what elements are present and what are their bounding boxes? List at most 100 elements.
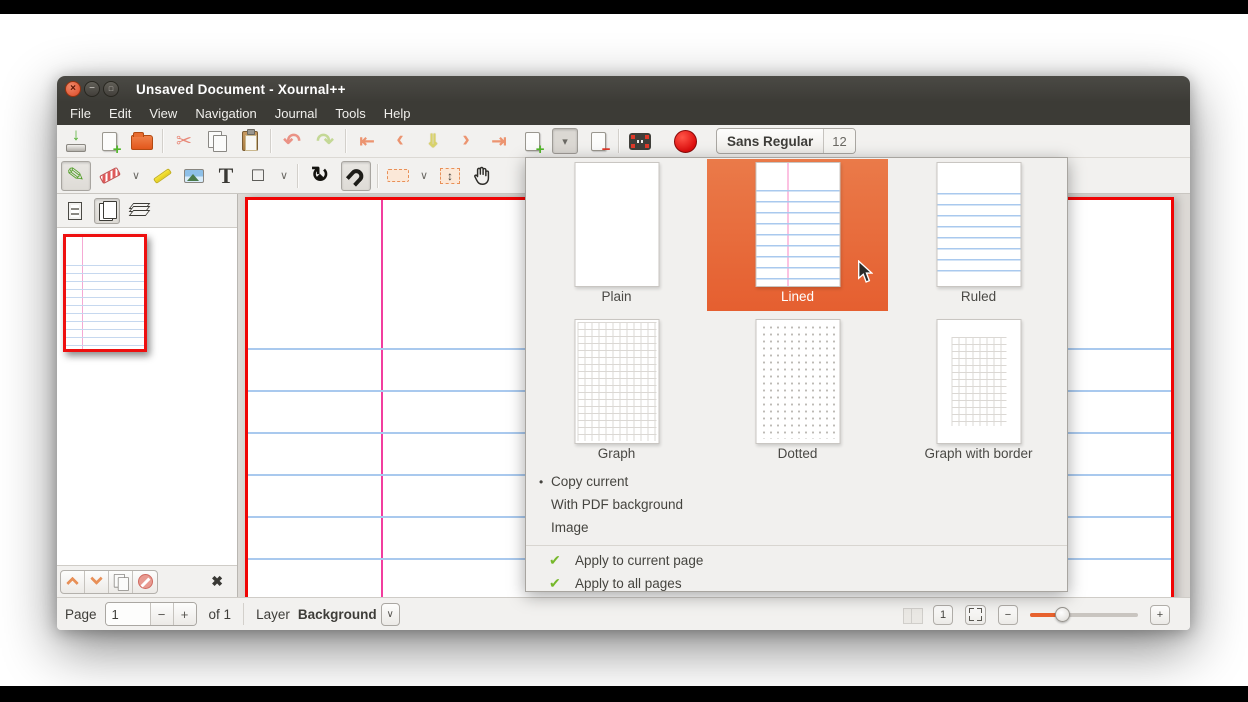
- single-page-view-button[interactable]: 1: [933, 605, 953, 625]
- previous-page-button[interactable]: ‹: [387, 128, 413, 154]
- select-region-button[interactable]: [385, 163, 411, 189]
- template-graph-with-border[interactable]: Graph with border: [888, 316, 1069, 468]
- open-button[interactable]: [129, 128, 155, 154]
- move-page-up-button[interactable]: [61, 571, 85, 593]
- delete-page-button[interactable]: −: [585, 128, 611, 154]
- select-options-caret[interactable]: ∨: [417, 169, 431, 182]
- minimize-window-button[interactable]: −: [84, 81, 100, 97]
- zoom-slider-handle[interactable]: [1055, 607, 1070, 622]
- snapping-button[interactable]: [341, 161, 371, 191]
- shape-recognizer-button[interactable]: ↻ ◆: [305, 161, 335, 191]
- vertical-space-button[interactable]: ↕: [437, 163, 463, 189]
- zoom-in-button[interactable]: +: [1150, 605, 1170, 625]
- statusbar: Page − + of 1 Layer Background ∨ 1 −: [57, 597, 1190, 630]
- template-ruled[interactable]: Ruled: [888, 159, 1069, 311]
- shape-recognizer-icon: ↻ ◆: [308, 164, 332, 188]
- zoom-slider[interactable]: [1030, 605, 1138, 625]
- record-button[interactable]: [674, 130, 697, 153]
- select-rectangle-icon: [387, 169, 409, 182]
- eraser-options-caret[interactable]: ∨: [129, 169, 143, 182]
- delete-page-sidebar-button[interactable]: [133, 571, 157, 593]
- zoom-fit-button[interactable]: [965, 605, 986, 625]
- vertical-space-icon: ↕: [440, 168, 460, 184]
- apply-to-current-page[interactable]: ✔ Apply to current page: [526, 549, 1067, 572]
- selected-bullet-icon: •: [539, 475, 551, 489]
- new-document-button[interactable]: +: [96, 128, 122, 154]
- caret-down-icon: ▾: [558, 135, 572, 148]
- new-page-icon: +: [525, 132, 540, 151]
- cut-button[interactable]: ✂: [171, 128, 197, 154]
- copy-icon: [208, 131, 226, 151]
- apply-to-all-pages[interactable]: ✔ Apply to all pages: [526, 572, 1067, 595]
- menu-file[interactable]: File: [61, 103, 100, 124]
- option-copy-current[interactable]: • Copy current: [526, 470, 1067, 493]
- toolbar-main: ↓ + ✂ ↶ ↷: [57, 125, 1190, 158]
- contents-icon: [68, 202, 82, 220]
- page-template-popup: Plain Lined Ruled Graph D: [525, 157, 1068, 592]
- first-page-button[interactable]: ⇤: [354, 128, 380, 154]
- move-page-down-button[interactable]: [85, 571, 109, 593]
- delete-page-icon: −: [591, 132, 606, 151]
- paste-button[interactable]: [237, 128, 263, 154]
- page-label: Page: [65, 607, 97, 622]
- shape-tool-button[interactable]: □: [245, 163, 271, 189]
- titlebar: × − □ Unsaved Document - Xournal++: [57, 76, 1190, 102]
- close-sidebar-button[interactable]: ✖: [211, 573, 223, 590]
- image-icon: [184, 169, 204, 183]
- highlighter-tool-button[interactable]: [149, 163, 175, 189]
- window-title: Unsaved Document - Xournal++: [136, 82, 346, 97]
- menu-journal[interactable]: Journal: [266, 103, 327, 124]
- page-number-input[interactable]: [106, 603, 150, 625]
- template-lined-label: Lined: [707, 289, 888, 304]
- option-image[interactable]: Image: [526, 516, 1067, 539]
- eraser-tool-button[interactable]: [97, 163, 123, 189]
- last-page-button[interactable]: ⇥: [486, 128, 512, 154]
- text-tool-button[interactable]: T: [213, 163, 239, 189]
- new-document-icon: +: [102, 132, 117, 151]
- page-preview-panel: [57, 228, 237, 565]
- image-tool-button[interactable]: [181, 163, 207, 189]
- template-graph[interactable]: Graph: [526, 316, 707, 468]
- sidebar-tab-layers[interactable]: [126, 198, 152, 224]
- close-window-button[interactable]: ×: [65, 81, 81, 97]
- new-page-after-button[interactable]: +: [519, 128, 545, 154]
- redo-button[interactable]: ↷: [312, 128, 338, 154]
- template-graph-thumbnail: [574, 319, 659, 444]
- menu-view[interactable]: View: [140, 103, 186, 124]
- font-selector-button[interactable]: Sans Regular 12: [716, 128, 856, 154]
- redo-icon: ↷: [316, 129, 334, 154]
- template-lined-thumbnail: [755, 162, 840, 287]
- copy-page-button[interactable]: [109, 571, 133, 593]
- menubar: File Edit View Navigation Journal Tools …: [57, 102, 1190, 125]
- layer-dropdown-button[interactable]: ∨: [381, 603, 400, 626]
- template-plain[interactable]: Plain: [526, 159, 707, 311]
- maximize-window-button[interactable]: □: [103, 81, 119, 97]
- goto-page-button[interactable]: ⇓: [420, 128, 446, 154]
- save-button[interactable]: ↓: [63, 128, 89, 154]
- copy-button[interactable]: [204, 128, 230, 154]
- menu-help[interactable]: Help: [375, 103, 420, 124]
- option-with-pdf-background[interactable]: With PDF background: [526, 493, 1067, 516]
- page-template-dropdown-button[interactable]: ▾: [552, 128, 578, 154]
- template-dotted[interactable]: Dotted: [707, 316, 888, 468]
- menu-navigation[interactable]: Navigation: [186, 103, 265, 124]
- page-increment-button[interactable]: +: [173, 603, 196, 625]
- shape-options-caret[interactable]: ∨: [277, 169, 291, 182]
- undo-button[interactable]: ↶: [279, 128, 305, 154]
- template-dotted-thumbnail: [755, 319, 840, 444]
- menu-edit[interactable]: Edit: [100, 103, 140, 124]
- zoom-out-button[interactable]: −: [998, 605, 1018, 625]
- page-spinbox: − +: [105, 602, 197, 626]
- page-thumbnail-1[interactable]: [63, 234, 147, 352]
- pen-tool-button[interactable]: ✎: [61, 161, 91, 191]
- fullscreen-button[interactable]: [627, 128, 653, 154]
- sidebar-tab-contents[interactable]: [62, 198, 88, 224]
- menu-tools[interactable]: Tools: [326, 103, 374, 124]
- layer-value: Background: [298, 607, 377, 622]
- layers-icon: [131, 205, 148, 216]
- sidebar-tab-page-preview[interactable]: [94, 198, 120, 224]
- page-decrement-button[interactable]: −: [150, 603, 173, 625]
- next-page-button[interactable]: ›: [453, 128, 479, 154]
- hand-tool-button[interactable]: [469, 163, 495, 189]
- text-icon: T: [219, 163, 234, 189]
